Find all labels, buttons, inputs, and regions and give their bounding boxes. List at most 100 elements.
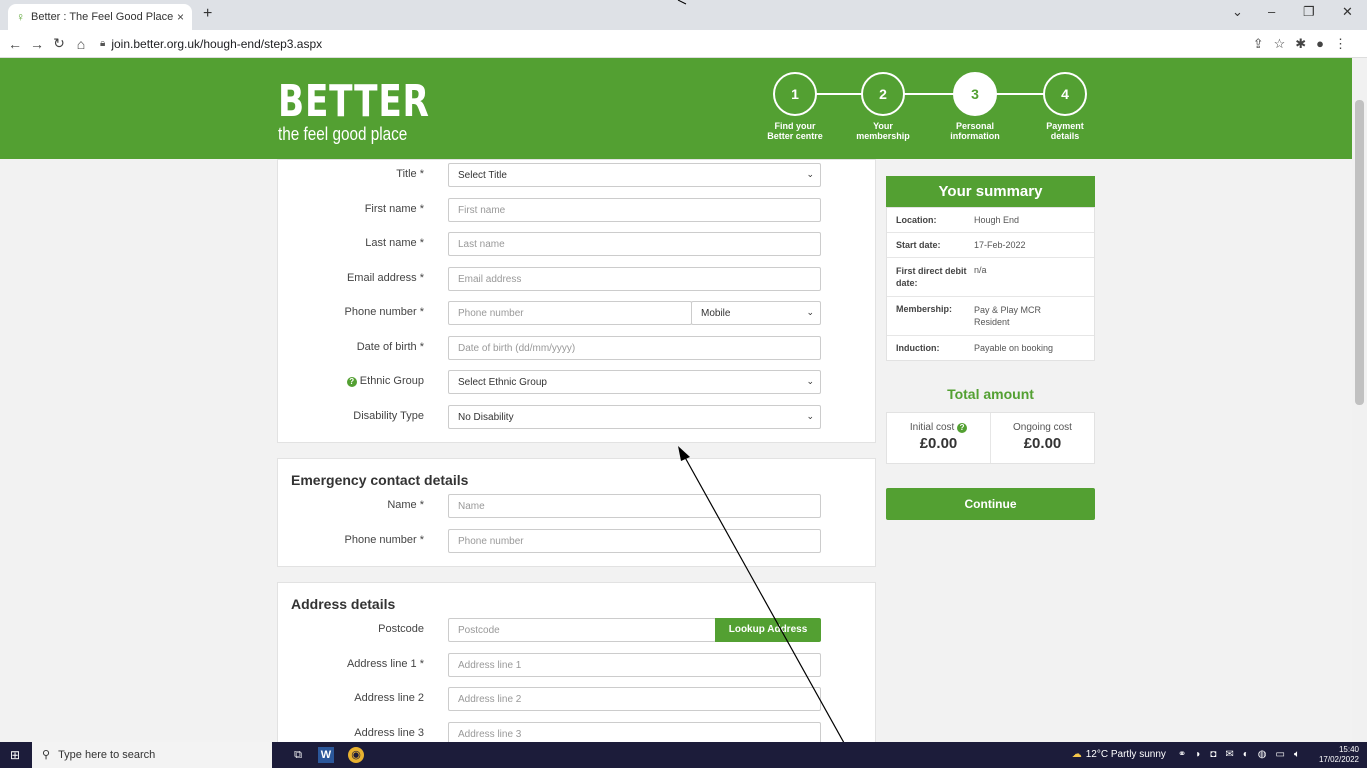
address-heading: Address details xyxy=(291,596,396,612)
initial-cost-value: £0.00 xyxy=(919,435,958,452)
disability-label: Disability Type xyxy=(353,410,424,422)
logo-main-text: BETTER xyxy=(278,76,430,127)
emergency-phone-input[interactable]: Phone number xyxy=(448,529,821,553)
dob-label: Date of birth * xyxy=(356,341,424,353)
summary-row: Induction: Payable on booking xyxy=(896,343,1054,353)
dob-row: Date of birth * Date of birth (dd/mm/yyy… xyxy=(278,336,878,360)
windows-start-icon[interactable]: ⊞ xyxy=(10,748,20,762)
address-line3-label: Address line 3 xyxy=(354,727,424,739)
address-line1-input[interactable]: Address line 1 xyxy=(448,653,821,677)
last-name-row: Last name * Last name xyxy=(278,232,878,256)
step-2[interactable]: 2 Your membership xyxy=(848,72,918,141)
tab-title: Better : The Feel Good Place xyxy=(31,11,174,23)
phone-row: Phone number * Phone number Mobile ⌄ xyxy=(278,301,878,325)
postcode-input[interactable]: Postcode xyxy=(448,618,716,642)
step-4: 4 Payment details xyxy=(1030,72,1100,141)
progress-steps: 1 Find your Better centre 2 Your membershi… xyxy=(760,72,1100,152)
continue-button[interactable]: Continue xyxy=(886,488,1095,520)
chevron-down-icon: ⌄ xyxy=(806,169,814,179)
phone-input[interactable]: Phone number xyxy=(448,301,692,325)
title-select[interactable]: Select Title ⌄ xyxy=(448,163,821,187)
summary-row: Start date: 17-Feb-2022 xyxy=(887,233,1094,258)
taskbar-search[interactable]: ⚲ Type here to search xyxy=(32,742,272,768)
last-name-input[interactable]: Last name xyxy=(448,232,821,256)
word-icon[interactable]: W xyxy=(318,747,334,763)
chevron-down-icon: ⌄ xyxy=(806,411,814,421)
step-number: 2 xyxy=(861,72,905,116)
reload-icon[interactable]: ↻ xyxy=(48,35,70,52)
disability-select[interactable]: No Disability ⌄ xyxy=(448,405,821,429)
ethnic-label: ? Ethnic Group xyxy=(346,375,424,387)
chevron-down-icon: ⌄ xyxy=(806,307,814,317)
total-amount-heading: Total amount xyxy=(947,386,1034,402)
lookup-address-button[interactable]: Lookup Address xyxy=(715,618,821,642)
restore-icon[interactable]: ❐ xyxy=(1303,4,1315,20)
help-icon[interactable]: ? xyxy=(957,423,968,433)
costs-panel: Initial cost ? £0.00 Ongoing cost £0.00 xyxy=(886,412,1095,464)
home-icon[interactable]: ⌂ xyxy=(70,36,92,52)
browser-tab-bar: ♀ Better : The Feel Good Place × + ⌄ – ❐… xyxy=(0,0,1367,30)
title-label: Title * xyxy=(396,168,424,180)
minimize-icon[interactable]: – xyxy=(1268,4,1275,19)
tab-close-icon[interactable]: × xyxy=(177,10,184,24)
tab-search-icon[interactable]: ⌄ xyxy=(1232,4,1243,20)
system-tray: ☁ 12°C Partly sunny ⚭◗◘✉◐◍▭🔈︎ 15:40 17/02… xyxy=(1072,742,1359,768)
step-1[interactable]: 1 Find your Better centre xyxy=(760,72,830,141)
chevron-down-icon: ⌄ xyxy=(806,376,814,386)
clock[interactable]: 15:40 17/02/2022 xyxy=(1319,745,1359,765)
scrollbar-thumb[interactable] xyxy=(1355,100,1364,405)
email-input[interactable]: Email address xyxy=(448,267,821,291)
emergency-name-input[interactable]: Name xyxy=(448,494,821,518)
ethnic-row: ? Ethnic Group Select Ethnic Group ⌄ xyxy=(278,370,878,394)
address-line2-label: Address line 2 xyxy=(354,692,424,704)
title-row: Title * Select Title ⌄ xyxy=(278,163,878,187)
personal-details-card: Title * Select Title ⌄ First name * First… xyxy=(277,159,876,443)
summary-row: Membership: Pay & Play MCR Resident xyxy=(887,297,1094,336)
address-line2-input[interactable]: Address line 2 xyxy=(448,687,821,711)
step-3: 3 Personal information xyxy=(940,72,1010,141)
url-text: join.better.org.uk/hough-end/step3.aspx xyxy=(111,36,323,51)
first-name-input[interactable]: First name xyxy=(448,198,821,222)
disability-row: Disability Type No Disability ⌄ xyxy=(278,405,878,429)
better-favicon-icon: ♀ xyxy=(16,10,25,24)
address-line1-label: Address line 1 * xyxy=(346,658,424,670)
chrome-icon[interactable]: ◉ xyxy=(348,747,364,763)
ethnic-group-select[interactable]: Select Ethnic Group ⌄ xyxy=(448,370,821,394)
first-name-row: First name * First name xyxy=(278,198,878,222)
weather-text[interactable]: 12°C Partly sunny xyxy=(1086,742,1166,768)
task-view-icon[interactable]: ⧉ xyxy=(290,747,306,763)
browser-tab[interactable]: ♀ Better : The Feel Good Place × xyxy=(8,4,192,30)
step-label: Find your Better centre xyxy=(767,121,823,141)
browser-toolbar-icons[interactable]: ⇪☆✱●⋮ xyxy=(1253,36,1357,52)
windows-taskbar: ⊞ ⚲ Type here to search ⧉ W ◉ ☁ 12°C Part… xyxy=(0,742,1367,768)
summary-row: First direct debit date: n/a xyxy=(887,258,1094,297)
ongoing-cost: Ongoing cost £0.00 xyxy=(990,413,1094,463)
step-number: 4 xyxy=(1043,72,1087,116)
first-name-label: First name * xyxy=(364,203,424,215)
ongoing-cost-label: Ongoing cost xyxy=(1013,422,1072,433)
address-line2-row: Address line 2 Address line 2 xyxy=(278,687,878,711)
lock-icon: 🔒︎ xyxy=(100,38,106,49)
postcode-row: Postcode Postcode Lookup Address xyxy=(278,618,878,642)
address-bar[interactable]: 🔒︎ join.better.org.uk/hough-end/step3.as… xyxy=(100,37,322,51)
forward-icon[interactable]: → xyxy=(26,36,48,52)
summary-row: Location: Hough End xyxy=(887,208,1094,233)
emergency-phone-label: Phone number * xyxy=(344,534,425,546)
better-logo[interactable]: BETTER the feel good place xyxy=(278,76,473,145)
step-label: Payment details xyxy=(1046,121,1084,141)
help-icon[interactable]: ? xyxy=(346,377,357,387)
emergency-contact-card: Emergency contact details Name * Name Ph… xyxy=(277,458,876,567)
phone-type-select[interactable]: Mobile ⌄ xyxy=(691,301,821,325)
tray-icons[interactable]: ⚭◗◘✉◐◍▭🔈︎ xyxy=(1178,742,1309,768)
logo-tagline: the feel good place xyxy=(278,124,408,144)
summary-heading: Your summary xyxy=(886,176,1095,207)
window-close-icon[interactable]: ✕ xyxy=(1342,4,1353,20)
emergency-heading: Emergency contact details xyxy=(291,472,469,488)
email-row: Email address * Email address xyxy=(278,267,878,291)
back-icon[interactable]: ← xyxy=(4,36,26,52)
new-tab-button[interactable]: + xyxy=(203,5,212,23)
browser-nav-bar: ← → ↻ ⌂ 🔒︎ join.better.org.uk/hough-end/… xyxy=(0,30,1367,58)
initial-cost: Initial cost ? £0.00 xyxy=(887,413,990,463)
ongoing-cost-value: £0.00 xyxy=(1023,435,1062,452)
dob-input[interactable]: Date of birth (dd/mm/yyyy) xyxy=(448,336,821,360)
